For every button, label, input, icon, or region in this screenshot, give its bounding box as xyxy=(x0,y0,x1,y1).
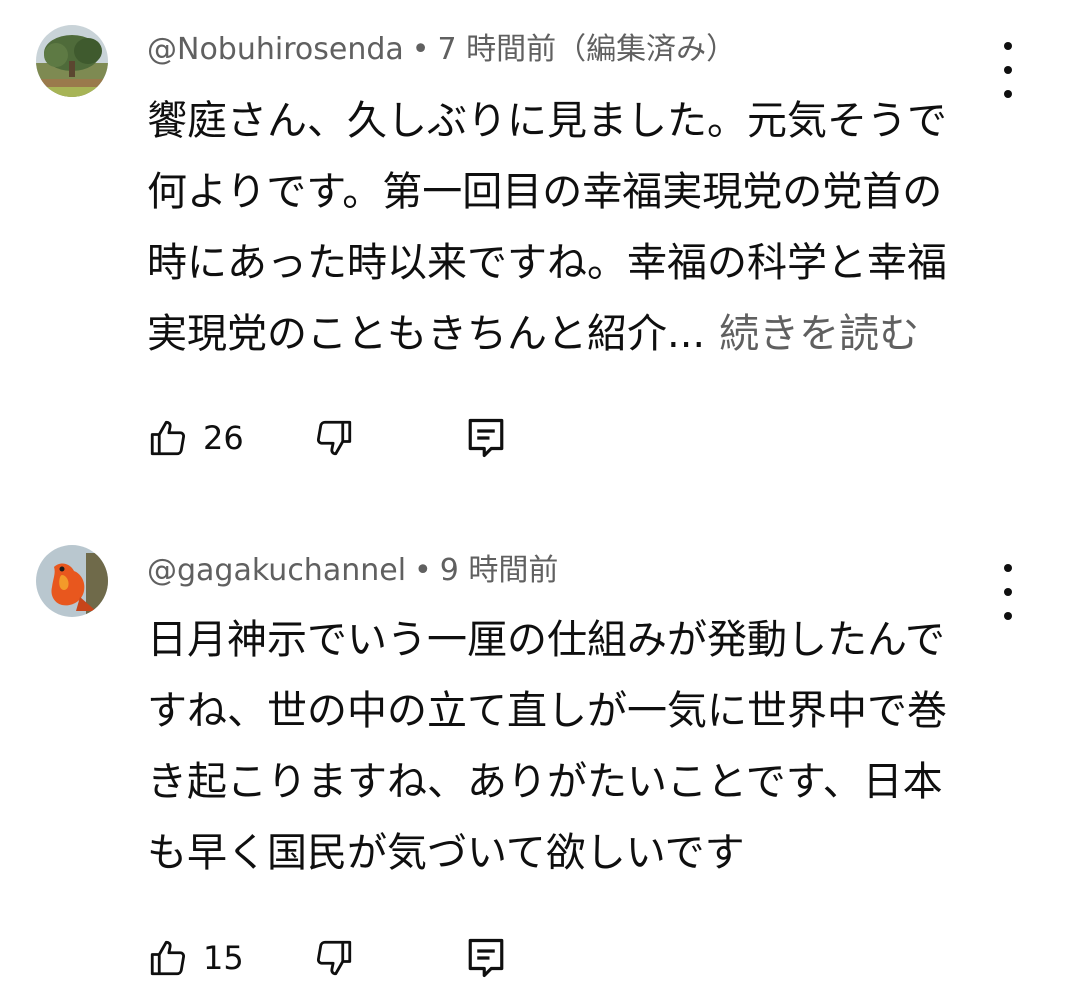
dislike-button[interactable] xyxy=(313,414,355,462)
read-more-link[interactable]: 続きを読む xyxy=(719,311,919,357)
more-vert-icon[interactable] xyxy=(990,564,1026,620)
timestamp[interactable]: 7 時間前（編集済み） xyxy=(437,32,736,67)
thumbs-up-icon xyxy=(150,420,186,456)
avatar-phoenix-photo-icon xyxy=(36,545,108,617)
dislike-button[interactable] xyxy=(313,934,355,982)
like-button[interactable]: 26 xyxy=(147,414,244,462)
reply-icon xyxy=(468,938,504,978)
comment-meta: @Nobuhirosenda • 7 時間前（編集済み） xyxy=(147,30,736,70)
thumbs-down-icon xyxy=(316,940,352,976)
comment-meta: @gagakuchannel • 9 時間前 xyxy=(147,551,558,591)
author-name[interactable]: @gagakuchannel xyxy=(147,553,406,588)
comment-line: すね、世の中の立て直しが一気に世界中で巻 xyxy=(147,688,947,734)
separator-dot: • xyxy=(414,553,432,588)
avatar-tree-photo-icon xyxy=(36,25,108,97)
like-count: 15 xyxy=(203,939,244,977)
comment-line: 何よりです。第一回目の幸福実現党の党首の xyxy=(147,169,943,215)
comment-line: 日月神示でいう一厘の仕組みが発動したんで xyxy=(147,617,945,663)
like-count: 26 xyxy=(203,419,244,457)
comment-line: 時にあった時以来ですね。幸福の科学と幸福 xyxy=(147,240,947,286)
comment-text: 饗庭さん、久しぶりに見ました。元気そうで 何よりです。第一回目の幸福実現党の党首… xyxy=(147,86,992,370)
comment-line: 饗庭さん、久しぶりに見ました。元気そうで xyxy=(147,98,947,144)
comment-actions: 26 xyxy=(147,414,547,462)
comment-line: 実現党のこともきちんと紹介... 続きを読む xyxy=(147,299,992,370)
comment-text: 日月神示でいう一厘の仕組みが発動したんで すね、世の中の立て直しが一気に世界中で… xyxy=(147,605,992,889)
timestamp[interactable]: 9 時間前 xyxy=(440,553,559,588)
reply-icon xyxy=(468,418,504,458)
reply-button[interactable] xyxy=(465,934,507,982)
avatar[interactable] xyxy=(36,25,108,97)
avatar[interactable] xyxy=(36,545,108,617)
separator-dot: • xyxy=(411,32,430,67)
more-vert-icon[interactable] xyxy=(990,42,1026,98)
comment-line-text: 実現党のこともきちんと紹介... xyxy=(147,311,706,357)
comment-line: き起こりますね、ありがたいことです、日本 xyxy=(147,759,943,805)
thumbs-up-icon xyxy=(150,940,186,976)
reply-button[interactable] xyxy=(465,414,507,462)
like-button[interactable]: 15 xyxy=(147,934,244,982)
comment-actions: 15 xyxy=(147,934,547,982)
author-name[interactable]: @Nobuhirosenda xyxy=(147,32,404,67)
thumbs-down-icon xyxy=(316,420,352,456)
comment-line: も早く国民が気づいて欲しいです xyxy=(147,830,745,876)
